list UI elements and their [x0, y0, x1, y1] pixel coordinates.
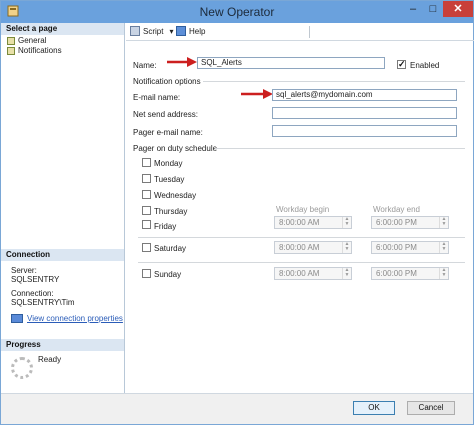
view-connection-properties-link[interactable]: View connection properties	[11, 314, 123, 323]
page-label: General	[18, 36, 47, 45]
page-item-notifications[interactable]: Notifications	[7, 46, 62, 56]
spin-arrows-icon[interactable]: ▲ ▼	[439, 268, 448, 279]
notification-options-label: Notification options	[133, 77, 201, 86]
saturday-begin-time[interactable]: 8:00:00 AM ▲ ▼	[274, 241, 352, 254]
progress-status: Ready	[38, 355, 62, 364]
script-label: Script	[143, 26, 164, 36]
spin-arrows-icon[interactable]: ▲ ▼	[342, 242, 351, 253]
connection-value: SQLSENTRY\Tim	[11, 298, 75, 307]
maximize-button[interactable]: □	[423, 1, 443, 17]
sunday-begin-value: 8:00:00 AM	[279, 269, 320, 278]
saturday-end-time[interactable]: 6:00:00 PM ▲ ▼	[371, 241, 449, 254]
sunday-end-value: 6:00:00 PM	[376, 269, 417, 278]
wednesday-checkbox[interactable]	[142, 190, 151, 199]
thursday-checkbox[interactable]	[142, 206, 151, 215]
wednesday-label: Wednesday	[154, 191, 197, 200]
ok-button[interactable]: OK	[353, 401, 395, 415]
sunday-checkbox[interactable]	[142, 269, 151, 278]
monday-checkbox[interactable]	[142, 158, 151, 167]
saturday-checkbox[interactable]	[142, 243, 151, 252]
page-icon	[7, 47, 15, 55]
help-icon	[176, 26, 186, 36]
page-item-general[interactable]: General	[7, 36, 46, 46]
connection-label: Connection:	[11, 289, 54, 298]
progress-header: Progress	[1, 339, 124, 351]
spin-arrows-icon[interactable]: ▲ ▼	[439, 217, 448, 228]
minimize-button[interactable]: –	[403, 1, 423, 17]
name-input[interactable]: SQL_Alerts	[197, 57, 385, 69]
bottom-bar: OK Cancel	[1, 393, 473, 424]
tuesday-label: Tuesday	[154, 175, 185, 184]
close-button[interactable]: ✕	[443, 1, 473, 17]
saturday-label: Saturday	[154, 244, 187, 253]
net-send-label: Net send address:	[133, 110, 198, 119]
name-label: Name:	[133, 61, 157, 70]
enabled-checkbox[interactable]	[397, 59, 406, 70]
workday-end-label: Workday end	[373, 205, 420, 214]
spin-arrows-icon[interactable]: ▲ ▼	[342, 217, 351, 228]
workday-begin-label: Workday begin	[276, 205, 330, 214]
weekday-begin-value: 8:00:00 AM	[279, 218, 320, 227]
weekday-end-value: 6:00:00 PM	[376, 218, 417, 227]
pager-schedule-line	[215, 148, 465, 149]
schedule-divider	[138, 262, 465, 263]
thursday-label: Thursday	[154, 207, 188, 216]
friday-label: Friday	[154, 222, 177, 231]
script-button[interactable]: Script ▾	[130, 26, 173, 36]
pager-email-input[interactable]	[272, 125, 457, 137]
red-arrow-icon	[167, 57, 197, 67]
help-label: Help	[189, 26, 206, 36]
left-pane: Select a page General Notifications Conn…	[1, 23, 125, 404]
chevron-down-icon[interactable]: ▾	[169, 27, 173, 36]
monday-label: Monday	[154, 159, 183, 168]
progress-spinner-icon	[11, 357, 33, 379]
schedule-divider	[138, 237, 465, 238]
view-connection-properties-text: View connection properties	[27, 314, 123, 323]
net-send-input[interactable]	[272, 107, 457, 119]
toolbar: Script ▾ Help	[126, 23, 474, 41]
new-operator-window: New Operator – □ ✕ Select a page General…	[0, 0, 474, 425]
select-page-header: Select a page	[1, 23, 124, 35]
red-arrow-icon	[241, 89, 273, 99]
script-icon	[130, 26, 140, 36]
sunday-begin-time[interactable]: 8:00:00 AM ▲ ▼	[274, 267, 352, 280]
cancel-button[interactable]: Cancel	[407, 401, 455, 415]
title-bar[interactable]: New Operator – □ ✕	[1, 1, 473, 23]
connection-header: Connection	[1, 249, 124, 261]
tuesday-checkbox[interactable]	[142, 174, 151, 183]
sunday-end-time[interactable]: 6:00:00 PM ▲ ▼	[371, 267, 449, 280]
weekday-begin-time[interactable]: 8:00:00 AM ▲ ▼	[274, 216, 352, 229]
toolbar-separator	[309, 26, 310, 38]
weekday-end-time[interactable]: 6:00:00 PM ▲ ▼	[371, 216, 449, 229]
spin-arrows-icon[interactable]: ▲ ▼	[439, 242, 448, 253]
friday-checkbox[interactable]	[142, 220, 151, 229]
email-input[interactable]: sql_alerts@mydomain.com	[272, 89, 457, 101]
sunday-label: Sunday	[154, 270, 182, 279]
server-label: Server:	[11, 266, 37, 275]
pager-schedule-label: Pager on duty schedule	[133, 144, 218, 153]
saturday-end-value: 6:00:00 PM	[376, 243, 417, 252]
enabled-label: Enabled	[410, 61, 440, 70]
notification-options-line	[203, 81, 465, 82]
email-label: E-mail name:	[133, 93, 181, 102]
properties-icon	[11, 314, 23, 323]
page-label: Notifications	[18, 46, 62, 55]
pager-email-label: Pager e-mail name:	[133, 128, 203, 137]
help-button[interactable]: Help	[176, 26, 205, 36]
server-value: SQLSENTRY	[11, 275, 60, 284]
saturday-begin-value: 8:00:00 AM	[279, 243, 320, 252]
page-icon	[7, 37, 15, 45]
spin-arrows-icon[interactable]: ▲ ▼	[342, 268, 351, 279]
